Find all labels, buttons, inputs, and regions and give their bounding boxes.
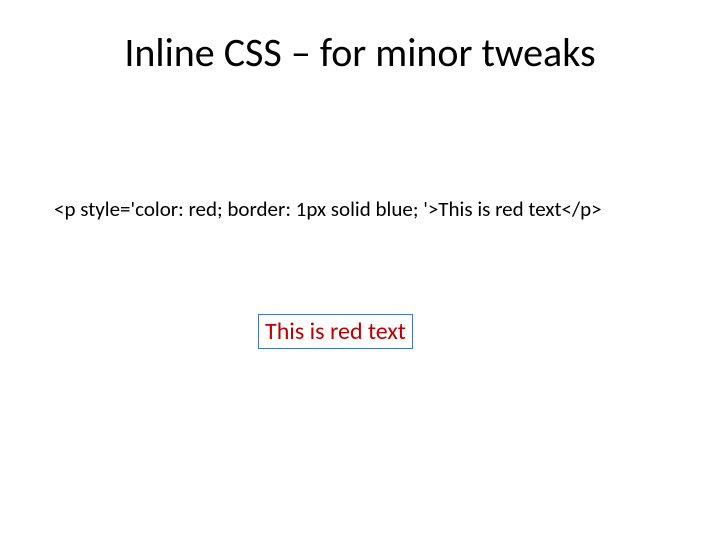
slide-title: Inline CSS – for minor tweaks bbox=[0, 28, 720, 77]
code-example-text: <p style='color: red; border: 1px solid … bbox=[54, 196, 602, 222]
rendered-output: This is red text bbox=[258, 314, 413, 349]
